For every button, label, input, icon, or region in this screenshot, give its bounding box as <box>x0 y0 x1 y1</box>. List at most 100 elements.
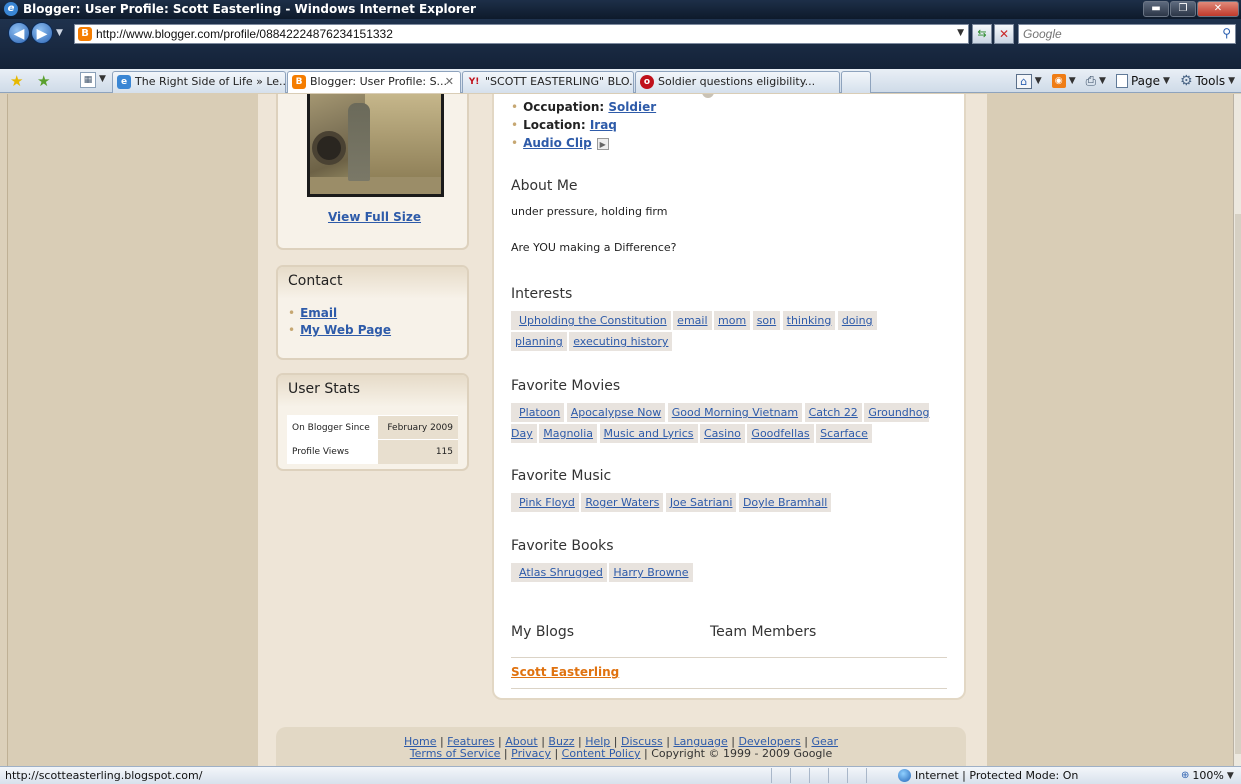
tag-link[interactable]: doing <box>837 311 877 330</box>
refresh-button[interactable]: ⇆ <box>972 24 992 44</box>
new-tab-button[interactable] <box>841 71 871 93</box>
privacy-link[interactable]: Privacy <box>511 747 551 760</box>
globe-icon <box>898 769 911 782</box>
tag-link[interactable]: son <box>752 311 781 330</box>
recent-pages-dropdown-icon[interactable]: ▼ <box>56 28 68 40</box>
occupation-link[interactable]: Soldier <box>608 100 656 114</box>
tools-menu-label: Tools <box>1195 74 1226 88</box>
tag-link[interactable]: planning <box>511 332 567 351</box>
favorites-star-icon[interactable]: ★ <box>10 72 23 90</box>
address-url[interactable]: http://www.blogger.com/profile/088422248… <box>96 27 393 41</box>
stop-button[interactable]: ✕ <box>994 24 1014 44</box>
tag-link[interactable]: Pink Floyd <box>511 493 579 512</box>
footer-legal: Terms of Service | Privacy | Content Pol… <box>409 747 833 760</box>
blog-link[interactable]: Scott Easterling <box>511 665 619 679</box>
stat-value: 115 <box>378 439 458 464</box>
chevron-down-icon: ▼ <box>1068 76 1076 86</box>
security-zone[interactable]: Internet | Protected Mode: On <box>898 769 1078 782</box>
tag-link[interactable]: executing history <box>569 332 673 351</box>
tag-link[interactable]: thinking <box>782 311 836 330</box>
minimize-button[interactable]: ▬ <box>1143 1 1169 17</box>
tab-label: Blogger: User Profile: S... <box>310 75 448 88</box>
feeds-button[interactable]: ◉ ▼ <box>1051 74 1076 88</box>
vertical-scrollbar[interactable] <box>1233 94 1241 766</box>
tag-link[interactable]: Apocalypse Now <box>566 403 666 422</box>
copyright-text: Copyright © 1999 - 2009 Google <box>651 747 833 760</box>
tag-link[interactable]: Doyle Bramhall <box>738 493 832 512</box>
tag-link[interactable]: Goodfellas <box>747 424 814 443</box>
tag-link[interactable]: Music and Lyrics <box>599 424 698 443</box>
table-row: Profile Views 115 <box>287 439 458 464</box>
tag-link[interactable]: Casino <box>700 424 745 443</box>
audio-clip-link[interactable]: Audio Clip <box>523 136 592 150</box>
play-icon[interactable]: ▶ <box>596 137 609 150</box>
home-button[interactable]: ⌂ ▼ <box>1015 73 1042 89</box>
close-window-button[interactable]: ✕ <box>1197 1 1239 17</box>
terms-link[interactable]: Terms of Service <box>410 747 501 760</box>
back-button[interactable]: ◀ <box>8 22 30 44</box>
gear-icon: ⚙ <box>1179 73 1193 89</box>
content-policy-link[interactable]: Content Policy <box>562 747 641 760</box>
user-stats-heading: User Stats <box>278 375 467 407</box>
page-menu-button[interactable]: Page ▼ <box>1115 74 1170 88</box>
profile-photo-box: View Full Size <box>276 94 469 250</box>
news-icon: o <box>640 75 654 89</box>
tag-link[interactable]: Catch 22 <box>804 403 862 422</box>
forward-button[interactable]: ▶ <box>31 22 53 44</box>
tag-link[interactable]: Atlas Shrugged <box>511 563 607 582</box>
tag-link[interactable]: Good Morning Vietnam <box>667 403 803 422</box>
scrollbar-thumb[interactable] <box>1235 214 1241 754</box>
maximize-button[interactable]: ❐ <box>1170 1 1196 17</box>
chevron-down-icon: ▼ <box>1163 76 1170 86</box>
contact-item-web: • My Web Page <box>288 322 467 339</box>
tab-right-side-of-life[interactable]: e The Right Side of Life » Le... <box>112 71 286 93</box>
tab-label: Soldier questions eligibility... <box>658 75 816 88</box>
ie-icon: e <box>117 75 131 89</box>
address-field[interactable]: B http://www.blogger.com/profile/0884222… <box>74 24 969 44</box>
about-heading: About Me <box>511 178 578 194</box>
contact-item-email: • Email <box>288 305 467 322</box>
quick-tabs-icon[interactable]: ▦ <box>80 72 96 88</box>
tab-yahoo-search[interactable]: Y! "SCOTT EASTERLING" BLO... <box>462 71 634 93</box>
add-favorites-icon[interactable]: ★ <box>37 72 50 90</box>
page-icon <box>1115 74 1128 88</box>
tab-blogger-profile[interactable]: B Blogger: User Profile: S... ✕ <box>287 71 461 93</box>
chevron-down-icon: ▼ <box>1099 76 1106 86</box>
tag-link[interactable]: Magnolia <box>539 424 598 443</box>
tag-link[interactable]: Upholding the Constitution <box>511 311 671 330</box>
search-box[interactable]: ⚲ <box>1018 24 1236 44</box>
status-segment <box>828 768 846 783</box>
status-segment <box>866 768 884 783</box>
tag-link[interactable]: Harry Browne <box>609 563 693 582</box>
search-input[interactable] <box>1019 25 1209 43</box>
table-row: On Blogger Since February 2009 <box>287 415 458 440</box>
tab-soldier-questions[interactable]: o Soldier questions eligibility... <box>635 71 840 93</box>
tag-link[interactable]: Roger Waters <box>581 493 664 512</box>
search-icon[interactable]: ⚲ <box>1222 26 1231 40</box>
address-dropdown-icon[interactable]: ▼ <box>957 28 964 38</box>
print-button[interactable]: ⎙ ▼ <box>1086 74 1106 89</box>
movies-heading: Favorite Movies <box>511 378 621 394</box>
interests-heading: Interests <box>511 286 573 302</box>
tag-link[interactable]: Scarface <box>816 424 872 443</box>
tag-link[interactable]: email <box>673 311 712 330</box>
command-bar: ⌂ ▼ ◉ ▼ ⎙ ▼ Page ▼ ⚙ Tools ▼ <box>1015 72 1235 90</box>
close-tab-icon[interactable]: ✕ <box>445 72 454 92</box>
tag-link[interactable]: mom <box>714 311 751 330</box>
rss-icon: ◉ <box>1051 74 1066 88</box>
web-page-link[interactable]: My Web Page <box>300 323 391 337</box>
zoom-control[interactable]: ⊕ 100% ▼ <box>1181 769 1234 782</box>
tab-list-dropdown-icon[interactable]: ▼ <box>99 74 106 84</box>
books-heading: Favorite Books <box>511 538 614 554</box>
bullet-icon: • <box>511 100 519 114</box>
blogger-favicon-icon: B <box>78 27 92 41</box>
tag-link[interactable]: Platoon <box>511 403 565 422</box>
chevron-down-icon: ▼ <box>1034 76 1042 86</box>
zone-label: Internet | Protected Mode: On <box>915 769 1079 782</box>
location-link[interactable]: Iraq <box>590 118 617 132</box>
tools-menu-button[interactable]: ⚙ Tools ▼ <box>1180 73 1235 89</box>
email-link[interactable]: Email <box>300 306 337 320</box>
profile-photo[interactable] <box>307 94 444 197</box>
tag-link[interactable]: Joe Satriani <box>665 493 737 512</box>
view-full-size-link[interactable]: View Full Size <box>278 210 471 224</box>
